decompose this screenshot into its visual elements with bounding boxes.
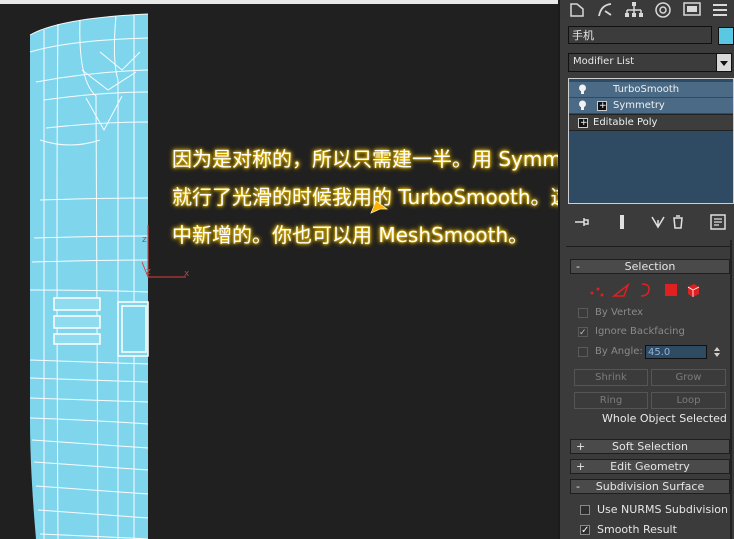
panel-scrollbar[interactable] xyxy=(730,240,732,539)
rollout-soft-selection-header[interactable]: + Soft Selection xyxy=(570,439,730,454)
ignore-backfacing-label: Ignore Backfacing xyxy=(595,326,685,337)
configure-modifier-sets-button[interactable] xyxy=(708,212,728,232)
expand-sign: + xyxy=(580,118,588,128)
tab-modify[interactable] xyxy=(592,0,618,20)
by-vertex-label: By Vertex xyxy=(595,307,644,318)
svg-text:z: z xyxy=(146,267,151,277)
phone-mesh[interactable]: z z x xyxy=(0,0,558,539)
hierarchy-icon xyxy=(625,2,643,17)
stack-item-label: Editable Poly xyxy=(593,117,658,128)
show-end-result-button[interactable] xyxy=(612,212,632,232)
make-unique-button[interactable] xyxy=(648,212,668,232)
rollout-subdivision-surface-header[interactable]: - Subdivision Surface xyxy=(570,479,730,494)
remove-modifier-button[interactable] xyxy=(668,212,688,232)
tab-create[interactable] xyxy=(564,0,590,20)
stack-toolbar xyxy=(568,212,732,234)
spinner-arrows-icon xyxy=(714,347,720,357)
element-icon[interactable] xyxy=(684,281,702,299)
expand-sign: + xyxy=(599,101,607,111)
expand-icon[interactable]: + xyxy=(578,118,588,128)
collapse-sign: - xyxy=(576,260,580,273)
shrink-button[interactable]: Shrink xyxy=(574,369,648,386)
svg-text:x: x xyxy=(184,269,190,279)
tab-utilities[interactable] xyxy=(707,0,733,20)
stack-item-symmetry[interactable]: + Symmetry xyxy=(569,98,733,113)
pin-stack-button[interactable] xyxy=(572,212,592,232)
selection-level-icons xyxy=(588,281,728,299)
object-color-swatch[interactable] xyxy=(718,27,734,45)
expand-sign: + xyxy=(576,440,586,453)
rollout-title: Edit Geometry xyxy=(610,460,690,473)
lightbulb-icon[interactable] xyxy=(578,100,587,110)
rollout-title: Subdivision Surface xyxy=(595,480,705,493)
cursor-icon xyxy=(370,200,388,214)
by-angle-checkbox[interactable] xyxy=(578,347,588,357)
rollout-edit-geometry-header[interactable]: + Edit Geometry xyxy=(570,459,730,474)
rollout-title: Selection xyxy=(624,260,676,273)
ignore-backfacing-checkbox[interactable] xyxy=(578,325,588,341)
rollout-title: Soft Selection xyxy=(612,440,688,453)
use-nurms-label: Use NURMS Subdivision xyxy=(597,503,728,516)
pin-icon xyxy=(575,218,589,226)
vertex-icon[interactable] xyxy=(588,281,606,299)
edge-icon[interactable] xyxy=(612,281,630,299)
panel-divider xyxy=(566,246,732,247)
smooth-result-checkbox[interactable] xyxy=(580,523,590,539)
utilities-icon xyxy=(713,4,727,16)
tab-display[interactable] xyxy=(679,0,705,20)
tab-hierarchy[interactable] xyxy=(621,0,647,20)
modifier-list-label: Modifier List xyxy=(573,56,635,67)
object-name-field[interactable]: 手机 xyxy=(568,26,712,44)
trash-icon xyxy=(673,215,683,229)
by-vertex-checkbox[interactable] xyxy=(578,308,588,318)
grow-button[interactable]: Grow xyxy=(651,369,726,386)
smooth-result-label: Smooth Result xyxy=(597,523,677,536)
loop-button[interactable]: Loop xyxy=(651,392,726,409)
angle-spinner[interactable] xyxy=(713,345,721,359)
polygon-icon[interactable] xyxy=(662,281,680,299)
overlay-text-line-3: 中新增的。你也可以用 MeshSmooth。 xyxy=(172,223,529,247)
use-nurms-checkbox[interactable] xyxy=(580,505,590,515)
collapse-sign: - xyxy=(576,480,580,493)
viewport-perspective[interactable]: z z x 因为是对称的，所以只需建一半。用 Symmetry 修改器 就行了光… xyxy=(0,0,558,539)
svg-text:z: z xyxy=(142,235,147,245)
configure-icon xyxy=(710,214,726,230)
display-icon xyxy=(683,2,701,16)
by-angle-label: By Angle: xyxy=(595,346,643,357)
stack-item-label: Symmetry xyxy=(613,100,665,111)
lightbulb-icon[interactable] xyxy=(578,84,587,94)
overlay-text-line-1: 因为是对称的，所以只需建一半。用 Symmetry 修改器 xyxy=(172,147,558,171)
stack-item-turbosmooth[interactable]: TurboSmooth xyxy=(569,82,733,97)
selection-status: Whole Object Selected xyxy=(602,412,727,425)
modifier-list-dropdown[interactable]: Modifier List xyxy=(568,53,732,72)
overlay-text-line-2: 就行了光滑的时候我用的 TurboSmooth。这是 max7 xyxy=(172,185,558,209)
tab-motion[interactable] xyxy=(650,0,676,20)
make-unique-icon xyxy=(651,216,665,229)
motion-icon xyxy=(655,2,671,18)
stack-item-label: TurboSmooth xyxy=(613,84,680,95)
angle-input[interactable]: 45.0 xyxy=(645,345,707,359)
rollout-selection-header[interactable]: - Selection xyxy=(570,259,730,274)
command-panel-tabs xyxy=(560,0,734,20)
modifier-list-arrow[interactable] xyxy=(716,54,731,71)
stack-item-editable-poly[interactable]: + Editable Poly xyxy=(569,114,733,131)
expand-sign: + xyxy=(576,460,586,473)
border-icon[interactable] xyxy=(636,281,654,299)
modify-icon xyxy=(598,3,612,17)
ring-button[interactable]: Ring xyxy=(574,392,648,409)
modifier-stack[interactable]: TurboSmooth + Symmetry + Editable Poly xyxy=(568,78,734,204)
create-icon xyxy=(570,3,584,17)
end-result-icon xyxy=(620,215,624,229)
expand-icon[interactable]: + xyxy=(597,101,607,111)
chevron-down-icon xyxy=(720,61,728,66)
